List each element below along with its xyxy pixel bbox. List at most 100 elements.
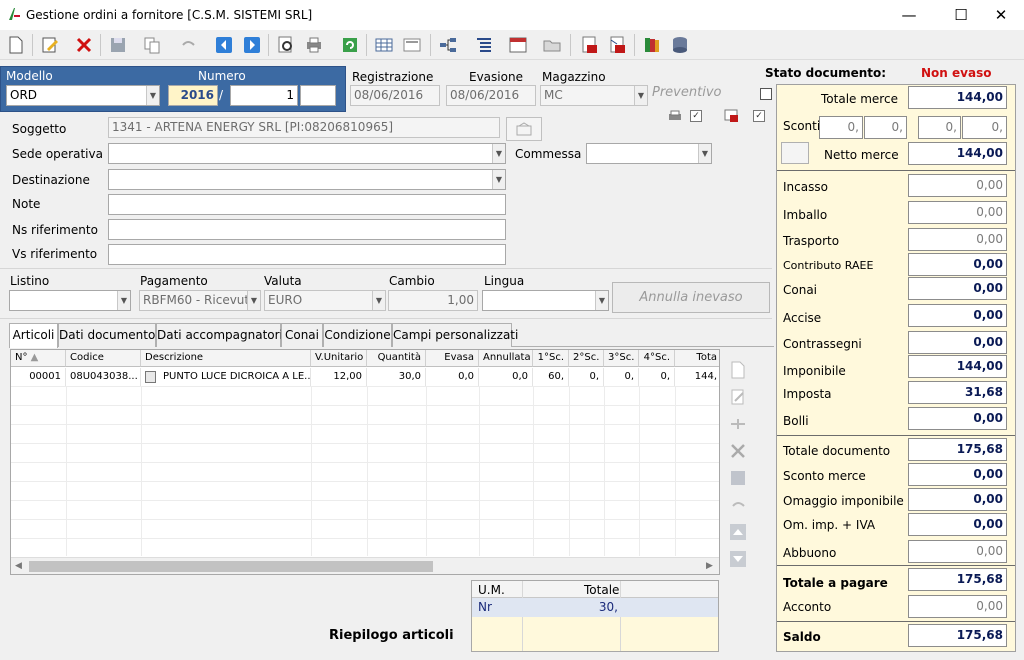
column-header-codice[interactable]: Codice [66, 350, 141, 367]
print-icon[interactable] [302, 33, 326, 57]
copy-icon[interactable] [140, 33, 164, 57]
table-cell[interactable]: 144, [675, 368, 719, 386]
abbuono-field[interactable]: 0,00 [908, 540, 1007, 563]
grid-view-icon[interactable] [372, 33, 396, 57]
pdf-send-icon[interactable] [606, 33, 630, 57]
sconto-2-field[interactable]: 0, [864, 116, 907, 139]
table-cell[interactable]: 12,00 [311, 368, 367, 386]
column-header-sc3[interactable]: 3°Sc. [604, 350, 639, 367]
chevron-down-icon[interactable]: ▼ [492, 144, 505, 163]
horizontal-scrollbar[interactable]: ◀ ▶ [11, 557, 719, 574]
new-document-icon[interactable] [4, 33, 28, 57]
preview-icon[interactable] [274, 33, 298, 57]
print-checkbox[interactable]: ✓ [690, 110, 702, 122]
refresh-icon[interactable] [338, 33, 362, 57]
incasso-field[interactable]: 0,00 [908, 174, 1007, 197]
destinazione-select[interactable] [108, 169, 506, 190]
soggetto-field[interactable]: 1341 - ARTENA ENERGY SRL [PI:08206810965… [108, 117, 500, 138]
preventivo-checkbox[interactable] [760, 88, 772, 100]
table-cell[interactable]: PUNTO LUCE DICROICA A LE... [159, 368, 311, 386]
printer-icon[interactable] [668, 110, 682, 122]
table-cell[interactable]: 0, [604, 368, 639, 386]
column-header-sc1[interactable]: 1°Sc. [533, 350, 569, 367]
table-cell[interactable]: 0,0 [479, 368, 533, 386]
ns-riferimento-field[interactable] [108, 219, 506, 240]
tab-articoli[interactable]: Articoli [9, 323, 58, 348]
trasporto-field[interactable]: 0,00 [908, 228, 1007, 251]
undo-icon[interactable] [176, 33, 200, 57]
chevron-down-icon[interactable]: ▼ [634, 86, 647, 105]
column-header-vunitario[interactable]: V.Unitario [311, 350, 367, 367]
netto-merce-button[interactable] [781, 142, 809, 164]
tab-campi-personalizzati[interactable]: Campi personalizzati [392, 323, 518, 347]
structure-icon[interactable] [436, 33, 460, 57]
table-cell[interactable]: 08U043038... [66, 368, 141, 386]
soggetto-lookup-button[interactable] [506, 117, 542, 141]
move-down-icon[interactable] [726, 547, 750, 571]
edit-row-icon[interactable] [726, 385, 750, 409]
column-header-sc2[interactable]: 2°Sc. [569, 350, 604, 367]
calendar-icon[interactable] [506, 33, 530, 57]
table-cell[interactable]: 0,0 [426, 368, 479, 386]
commessa-select[interactable] [586, 143, 712, 164]
tab-conai[interactable]: Conai [281, 323, 323, 347]
books-icon[interactable] [640, 33, 664, 57]
scrollbar-thumb[interactable] [29, 561, 433, 572]
column-header-numero[interactable]: N° ▲ [11, 350, 66, 367]
sede-select[interactable] [108, 143, 506, 164]
delete-icon[interactable] [72, 33, 96, 57]
next-icon[interactable] [240, 33, 264, 57]
registrazione-field[interactable]: 08/06/2016 [350, 85, 440, 106]
table-cell[interactable]: 60, [533, 368, 569, 386]
pdf-export-icon[interactable] [578, 33, 602, 57]
scroll-left-icon[interactable]: ◀ [15, 561, 22, 571]
new-row-icon[interactable] [726, 358, 750, 382]
column-header-quantita[interactable]: Quantità [367, 350, 426, 367]
modello-select[interactable]: ORD [6, 85, 160, 106]
chevron-down-icon[interactable]: ▼ [117, 291, 130, 310]
column-header-totale[interactable]: Tota [675, 350, 719, 367]
insert-row-icon[interactable] [726, 412, 750, 436]
scroll-right-icon[interactable]: ▶ [706, 561, 713, 571]
annulla-inevaso-button[interactable]: Annulla inevaso [612, 282, 770, 313]
note-field[interactable] [108, 194, 506, 215]
chevron-down-icon[interactable]: ▼ [698, 144, 711, 163]
sconto-4-field[interactable]: 0, [962, 116, 1007, 139]
tab-dati-accompagnatori[interactable]: Dati accompagnatori [156, 323, 283, 347]
sconto-1-field[interactable]: 0, [819, 116, 863, 139]
chevron-down-icon[interactable]: ▼ [146, 86, 159, 105]
mail-checkbox[interactable]: ✓ [753, 110, 765, 122]
save-icon[interactable] [106, 33, 130, 57]
evasione-field[interactable]: 08/06/2016 [446, 85, 536, 106]
column-header-descrizione[interactable]: Descrizione [141, 350, 311, 367]
folder-icon[interactable] [540, 33, 564, 57]
note-icon[interactable] [145, 371, 156, 383]
acconto-field[interactable]: 0,00 [908, 595, 1007, 618]
move-up-icon[interactable] [726, 520, 750, 544]
cambio-field[interactable]: 1,00 [388, 290, 478, 311]
chevron-down-icon[interactable]: ▼ [247, 291, 260, 310]
chevron-down-icon[interactable]: ▼ [595, 291, 608, 310]
numero-suffix-field[interactable] [300, 85, 336, 106]
undo-row-icon[interactable] [726, 493, 750, 517]
listino-select[interactable] [9, 290, 131, 311]
table-cell[interactable]: 30,0 [367, 368, 426, 386]
numero-year-field[interactable]: 2016 [168, 85, 218, 106]
articles-grid[interactable]: N° ▲ Codice Descrizione V.Unitario Quant… [10, 349, 720, 575]
minimize-button[interactable]: — [886, 0, 932, 30]
vs-riferimento-field[interactable] [108, 244, 506, 265]
sconto-3-field[interactable]: 0, [918, 116, 961, 139]
delete-row-icon[interactable] [726, 439, 750, 463]
table-cell[interactable]: 0, [639, 368, 675, 386]
tab-condizione[interactable]: Condizione [323, 323, 392, 347]
close-window-button[interactable]: ✕ [978, 0, 1024, 30]
pagamento-select[interactable]: RBFM60 - Ricevuta [139, 290, 261, 311]
magazzino-select[interactable]: MC [540, 85, 648, 106]
form-view-icon[interactable] [400, 33, 424, 57]
column-header-evasa[interactable]: Evasa [426, 350, 479, 367]
mail-icon[interactable] [724, 108, 738, 122]
database-icon[interactable] [668, 33, 692, 57]
imballo-field[interactable]: 0,00 [908, 201, 1007, 224]
column-header-annullata[interactable]: Annullata [479, 350, 533, 367]
numero-field[interactable]: 1 [230, 85, 298, 106]
